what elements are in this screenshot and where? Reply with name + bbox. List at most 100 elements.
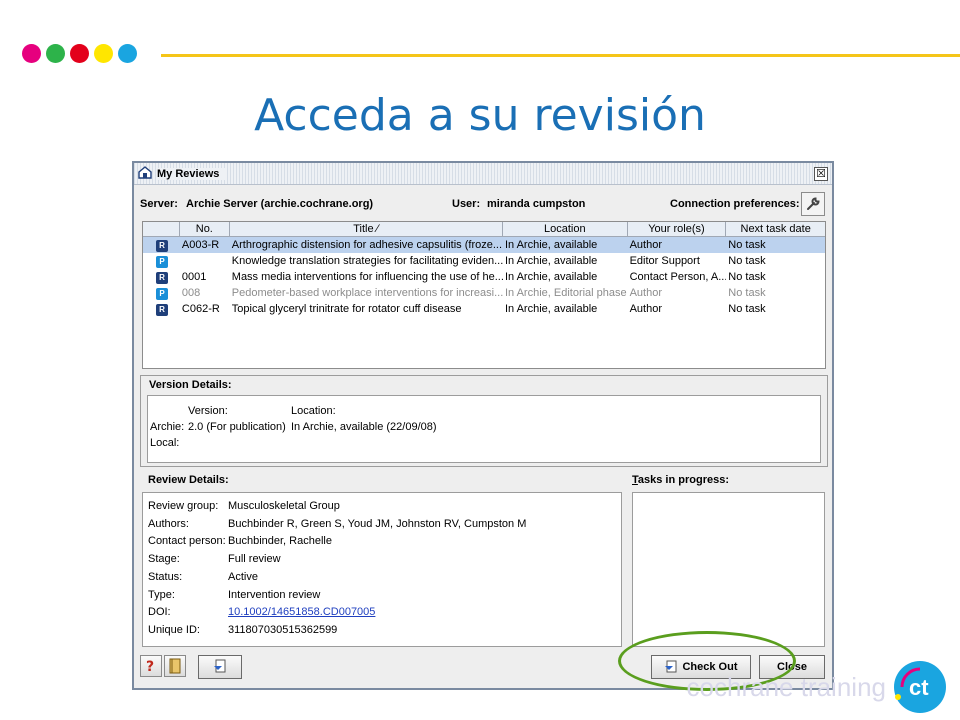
review-detail-label: Stage: <box>148 553 180 566</box>
review-icon: R <box>156 272 168 284</box>
version-column-label: Version: <box>188 405 228 417</box>
column-header-roles[interactable]: Your role(s) <box>628 222 727 236</box>
review-detail-row: Authors: Buchbinder R, Green S, Youd JM, … <box>148 517 526 531</box>
table-row[interactable]: P 008 Pedometer-based workplace interventi… <box>143 285 825 301</box>
row-title: Topical glyceryl trinitrate for rotator … <box>231 303 462 315</box>
table-row[interactable]: R 0001 Mass media interventions for influe… <box>143 269 825 285</box>
row-icon-cell: P <box>143 285 180 301</box>
row-number: 008 <box>181 287 201 299</box>
row-icon-cell: R <box>143 237 180 253</box>
notes-button[interactable] <box>164 655 186 677</box>
column-header-location[interactable]: Location <box>503 222 628 236</box>
server-label: Server: <box>140 198 178 210</box>
review-detail-label: Type: <box>148 588 175 601</box>
review-detail-row: Contact person: Buchbinder, Rachelle <box>148 534 332 548</box>
row-title: Mass media interventions for influencing… <box>231 271 503 283</box>
tasks-heading: Tasks in progress: <box>624 471 824 487</box>
review-detail-row: Status: Active <box>148 570 258 584</box>
review-detail-label: Contact person: <box>148 535 226 548</box>
row-next-task: No task <box>728 287 766 299</box>
window-close-button[interactable]: ☒ <box>814 166 828 181</box>
my-reviews-window: My Reviews ☒ Server: Archie Server (arch… <box>132 161 834 690</box>
decorative-dot <box>70 44 89 63</box>
row-icon-cell: P <box>143 253 180 269</box>
row-location: In Archie, available <box>504 271 598 283</box>
review-detail-label: DOI: <box>148 606 171 619</box>
row-number: 0001 <box>181 271 207 283</box>
tasks-list[interactable] <box>632 492 825 647</box>
tasks-heading-text: asks in progress: <box>637 474 729 486</box>
download-button[interactable] <box>198 655 242 679</box>
review-detail-value: Intervention review <box>228 588 321 601</box>
column-header-no[interactable]: No. <box>180 222 230 236</box>
row-next-task: No task <box>728 271 766 283</box>
user-value: miranda cumpston <box>487 198 586 210</box>
connection-preferences-label: Connection preferences: <box>670 198 800 210</box>
column-header-next-task[interactable]: Next task date <box>726 222 825 236</box>
decorative-dots <box>22 44 137 63</box>
review-detail-label: Review group: <box>148 500 219 512</box>
wrench-icon <box>807 197 820 210</box>
table-row[interactable]: R A003-R Arthrographic distension for adhe… <box>143 237 825 253</box>
svg-text:?: ? <box>146 659 154 674</box>
window-titlebar: My Reviews ☒ <box>134 163 832 185</box>
header-rule <box>161 54 960 57</box>
protocol-icon: P <box>156 256 168 268</box>
download-icon <box>214 659 226 673</box>
row-icon-cell: R <box>143 301 180 317</box>
row-number: C062-R <box>181 303 220 315</box>
column-header-title[interactable]: Title ∕ <box>230 222 503 236</box>
row-next-task: No task <box>728 239 766 251</box>
home-icon <box>138 165 152 182</box>
table-row[interactable]: P Knowledge translation strategies for fa… <box>143 253 825 269</box>
connection-preferences-button[interactable] <box>801 192 825 216</box>
review-details-heading: Review Details: <box>148 474 229 486</box>
review-detail-value: Full review <box>228 553 281 566</box>
doi-link[interactable]: 10.1002/14651858.CD007005 <box>228 606 375 618</box>
row-roles: Author <box>629 303 662 315</box>
review-detail-value: 311807030515362599 <box>228 623 338 636</box>
review-detail-row: Type: Intervention review <box>148 588 320 602</box>
local-label: Local: <box>150 437 180 449</box>
cochrane-training-logo: ct <box>890 657 948 715</box>
server-value: Archie Server (archie.cochrane.org) <box>186 198 374 210</box>
review-detail-label: Authors: <box>148 517 189 530</box>
notebook-icon <box>169 658 181 674</box>
decorative-dot <box>22 44 41 63</box>
version-details-box: Version: Location: Archie: 2.0 (For publ… <box>147 395 821 463</box>
table-body: R A003-R Arthrographic distension for adhe… <box>143 237 825 317</box>
review-detail-label: Unique ID: <box>148 623 200 636</box>
row-title: Arthrographic distension for adhesive ca… <box>231 239 503 251</box>
row-location: In Archie, Editorial phase <box>504 287 627 299</box>
review-detail-label: Status: <box>148 570 183 583</box>
row-next-task: No task <box>728 303 766 315</box>
row-location: In Archie, available <box>504 239 598 251</box>
review-icon: R <box>156 240 168 252</box>
review-detail-value: Musculoskeletal Group <box>228 500 340 512</box>
row-roles: Contact Person, A... <box>629 271 727 283</box>
table-row[interactable]: R C062-R Topical glyceryl trinitrate for r… <box>143 301 825 317</box>
location-column-label: Location: <box>291 405 336 417</box>
row-number: A003-R <box>181 239 220 251</box>
archie-location-value: In Archie, available (22/09/08) <box>291 421 437 433</box>
decorative-dot <box>118 44 137 63</box>
version-details-heading: Version Details: <box>149 379 232 391</box>
row-roles: Author <box>629 287 662 299</box>
column-header-icon[interactable] <box>143 222 180 236</box>
protocol-icon: P <box>156 288 168 300</box>
table-header: No. Title ∕ Location Your role(s) Next t… <box>143 222 825 237</box>
slide-title: Acceda a su revisión <box>254 90 706 141</box>
archie-label: Archie: <box>150 421 185 433</box>
server-bar: Server: Archie Server (archie.cochrane.o… <box>134 185 832 219</box>
review-details-section: Review Details: Review group: Musculoskel… <box>140 471 626 647</box>
row-icon-cell: R <box>143 269 180 285</box>
svg-text:ct: ct <box>909 675 929 700</box>
review-detail-row: Review group: Musculoskeletal Group <box>148 499 340 513</box>
review-detail-row: Unique ID: 311807030515362599 <box>148 623 337 637</box>
row-location: In Archie, available <box>504 303 598 315</box>
user-label: User: <box>452 198 481 210</box>
help-button[interactable]: ? <box>140 655 162 677</box>
decorative-dot <box>46 44 65 63</box>
archie-version-value: 2.0 (For publication) <box>188 421 286 433</box>
review-icon: R <box>156 304 168 316</box>
